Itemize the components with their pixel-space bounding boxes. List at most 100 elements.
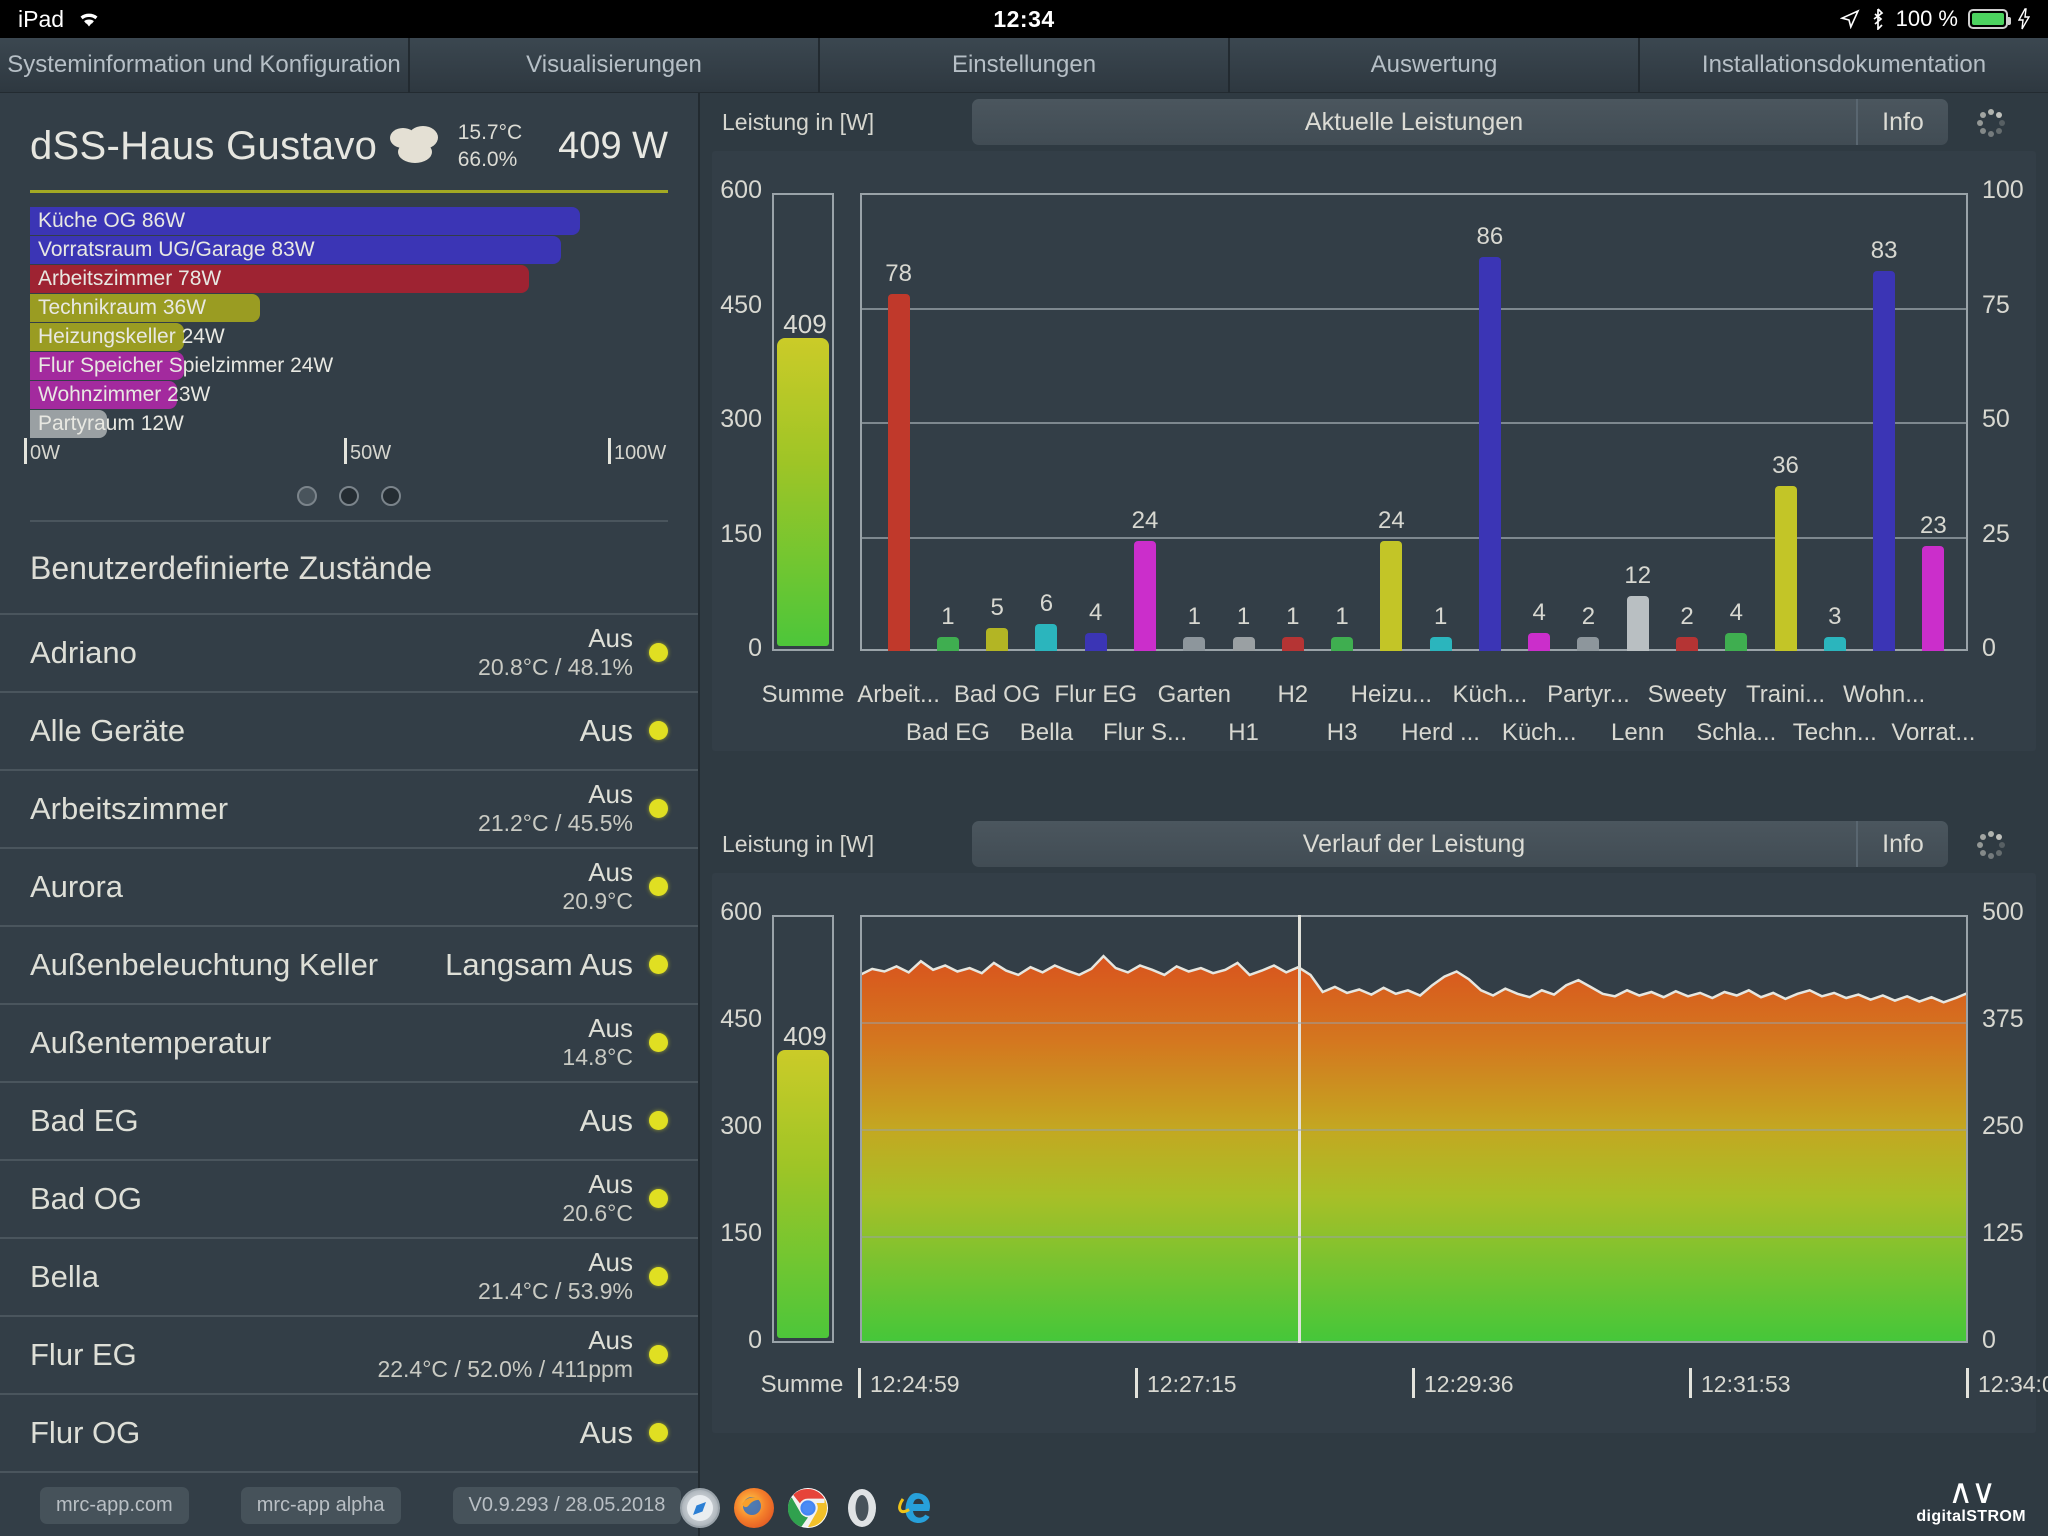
footer-chip[interactable]: V0.9.293 / 28.05.2018 (452, 1487, 682, 1524)
panel-bottom-title[interactable]: Verlauf der Leistung (972, 830, 1856, 859)
footer-chip[interactable]: mrc-app.com (40, 1487, 189, 1524)
page-dot-3[interactable] (381, 485, 401, 506)
power-bar-row[interactable]: Flur Speicher Spielzimmer 24W (30, 351, 668, 380)
bar-chart[interactable]: 409 0 150 300 450 600 0 25 50 75 100 78 Arbeit... 1 Ba… (712, 151, 2036, 751)
gauge-y-tick: 300 (720, 1112, 762, 1140)
chart-x-label: Wohn... (1842, 681, 1926, 708)
panel-top-title[interactable]: Aktuelle Leistungen (972, 108, 1856, 137)
chart-bar[interactable] (1725, 632, 1748, 651)
power-bar-row[interactable]: Küche OG 86W (30, 206, 668, 235)
power-bar-label: Partyraum 12W (38, 411, 184, 435)
area-chart[interactable]: 409 0 150 300 450 600 0 125 250 375 500 12:24:59 12:… (712, 873, 2048, 1433)
chart-bar[interactable] (887, 293, 910, 651)
state-led-indicator[interactable] (649, 643, 668, 663)
chart-bar[interactable] (1626, 596, 1649, 651)
chart-bar[interactable] (1478, 257, 1501, 651)
grid-line (860, 1236, 1968, 1238)
outside-humidity: 66.0% (457, 148, 518, 172)
state-list-item[interactable]: Außentemperatur Aus 14.8°C (0, 1002, 698, 1081)
state-item-name: Aurora (30, 868, 124, 904)
power-bar-row[interactable]: Wohnzimmer 23W (30, 380, 668, 409)
state-led-indicator[interactable] (649, 721, 668, 741)
panel-bottom-info-button[interactable]: Info (1856, 821, 1948, 867)
chart-bar[interactable] (1922, 545, 1945, 651)
state-list-item[interactable]: Bad EG Aus (0, 1080, 698, 1159)
chart-bar[interactable] (1134, 541, 1156, 651)
state-item-state: Aus (588, 1168, 633, 1199)
safari-icon[interactable] (680, 1488, 720, 1528)
state-list-item[interactable]: Arbeitszimmer Aus 21.2°C / 45.5% (0, 768, 698, 847)
cloud-icon (388, 126, 444, 166)
state-list-item[interactable]: Adriano Aus 20.8°C / 48.1% (0, 612, 698, 691)
state-list-item[interactable]: Flur EG Aus 22.4°C / 52.0% / 411ppm (0, 1314, 698, 1393)
internet-explorer-icon[interactable] (896, 1488, 936, 1528)
summe-gauge (772, 915, 834, 1343)
power-bar-row[interactable]: Technikraum 36W (30, 293, 668, 322)
tab-visualisierungen[interactable]: Visualisierungen (410, 38, 820, 93)
chart-bar[interactable] (1577, 637, 1600, 651)
page-indicator-dots[interactable] (0, 476, 698, 512)
chart-bar[interactable] (1873, 270, 1896, 651)
state-led-indicator[interactable] (649, 1189, 668, 1209)
page-dot-2[interactable] (339, 485, 359, 506)
state-item-sensors: 20.9°C (562, 887, 633, 914)
state-led-indicator[interactable] (649, 1345, 668, 1365)
power-bar-label: Flur Speicher Spielzimmer 24W (38, 353, 334, 377)
chart-bar[interactable] (1774, 486, 1797, 651)
power-bar-row[interactable]: Arbeitszimmer 78W (30, 264, 668, 293)
chart-bar[interactable] (1528, 632, 1551, 651)
footer-chip[interactable]: mrc-app alpha (240, 1487, 401, 1524)
tab-systeminformation[interactable]: Systeminformation und Konfiguration (0, 38, 410, 93)
tab-auswertung[interactable]: Auswertung (1230, 38, 1640, 93)
state-list-item[interactable]: Bella Aus 21.4°C / 53.9% (0, 1236, 698, 1315)
state-item-values: Aus (580, 1415, 633, 1451)
page-dot-1[interactable] (297, 485, 317, 506)
state-item-name: Flur EG (30, 1336, 137, 1372)
chart-bar[interactable] (1429, 637, 1452, 651)
tab-einstellungen[interactable]: Einstellungen (820, 38, 1230, 93)
chart-bar[interactable] (1823, 637, 1846, 651)
chart-bar[interactable] (986, 628, 1009, 651)
state-list-item[interactable]: Außenbeleuchtung Keller Langsam Aus (0, 924, 698, 1003)
panel-top-info-button[interactable]: Info (1856, 99, 1948, 145)
state-led-indicator[interactable] (649, 1423, 668, 1443)
power-bar-row[interactable]: Heizungskeller 24W (30, 322, 668, 351)
state-list-item[interactable]: Alle Geräte Aus (0, 690, 698, 769)
state-list-item[interactable]: Bad OG Aus 20.6°C (0, 1158, 698, 1237)
chrome-icon[interactable] (788, 1488, 828, 1528)
tab-installationsdokumentation[interactable]: Installationsdokumentation (1640, 38, 2048, 93)
chart-bar[interactable] (1035, 623, 1058, 651)
chart-bar[interactable] (1331, 637, 1354, 651)
power-bar-row[interactable]: Vorratsraum UG/Garage 83W (30, 235, 668, 264)
opera-icon[interactable] (842, 1488, 882, 1528)
state-item-values: Aus 14.8°C (562, 1013, 633, 1071)
browser-icon-row[interactable] (680, 1488, 936, 1528)
footer-chips[interactable]: mrc-app.com mrc-app alpha V0.9.293 / 28.05… (40, 1487, 682, 1524)
state-item-sensors: 22.4°C / 52.0% / 411ppm (377, 1355, 633, 1382)
chart-bar[interactable] (1380, 541, 1403, 651)
state-led-indicator[interactable] (649, 1033, 668, 1053)
panel-bottom-title-button[interactable]: Verlauf der Leistung Info (972, 821, 1948, 867)
gauge-y-tick: 600 (720, 176, 762, 204)
state-led-indicator[interactable] (649, 799, 668, 819)
firefox-icon[interactable] (734, 1488, 774, 1528)
state-led-indicator[interactable] (649, 877, 668, 897)
state-led-indicator[interactable] (649, 1111, 668, 1131)
chart-bar[interactable] (1183, 637, 1206, 651)
chart-bar[interactable] (936, 637, 959, 651)
chart-bar[interactable] (1084, 632, 1107, 651)
main-tab-bar[interactable]: Systeminformation und Konfiguration Visu… (0, 38, 2048, 93)
chart-bar-value: 36 (1772, 452, 1799, 480)
chart-bar[interactable] (1676, 637, 1698, 651)
state-led-indicator[interactable] (649, 1267, 668, 1287)
chart-bar[interactable] (1232, 637, 1255, 651)
area-right-y-tick: 250 (1982, 1112, 2024, 1140)
power-bar-row[interactable]: Partyraum 12W (30, 409, 668, 438)
panel-top-title-button[interactable]: Aktuelle Leistungen Info (972, 99, 1948, 145)
chart-bar-value: 1 (1335, 603, 1349, 630)
state-list-item[interactable]: Aurora Aus 20.9°C (0, 846, 698, 925)
chart-bar[interactable] (1281, 637, 1304, 651)
state-led-indicator[interactable] (649, 955, 668, 975)
panel-verlauf-der-leistung: Leistung in [W] Verlauf der Leistung Inf… (700, 815, 2048, 1515)
state-list-item[interactable]: Flur OG Aus (0, 1392, 698, 1471)
